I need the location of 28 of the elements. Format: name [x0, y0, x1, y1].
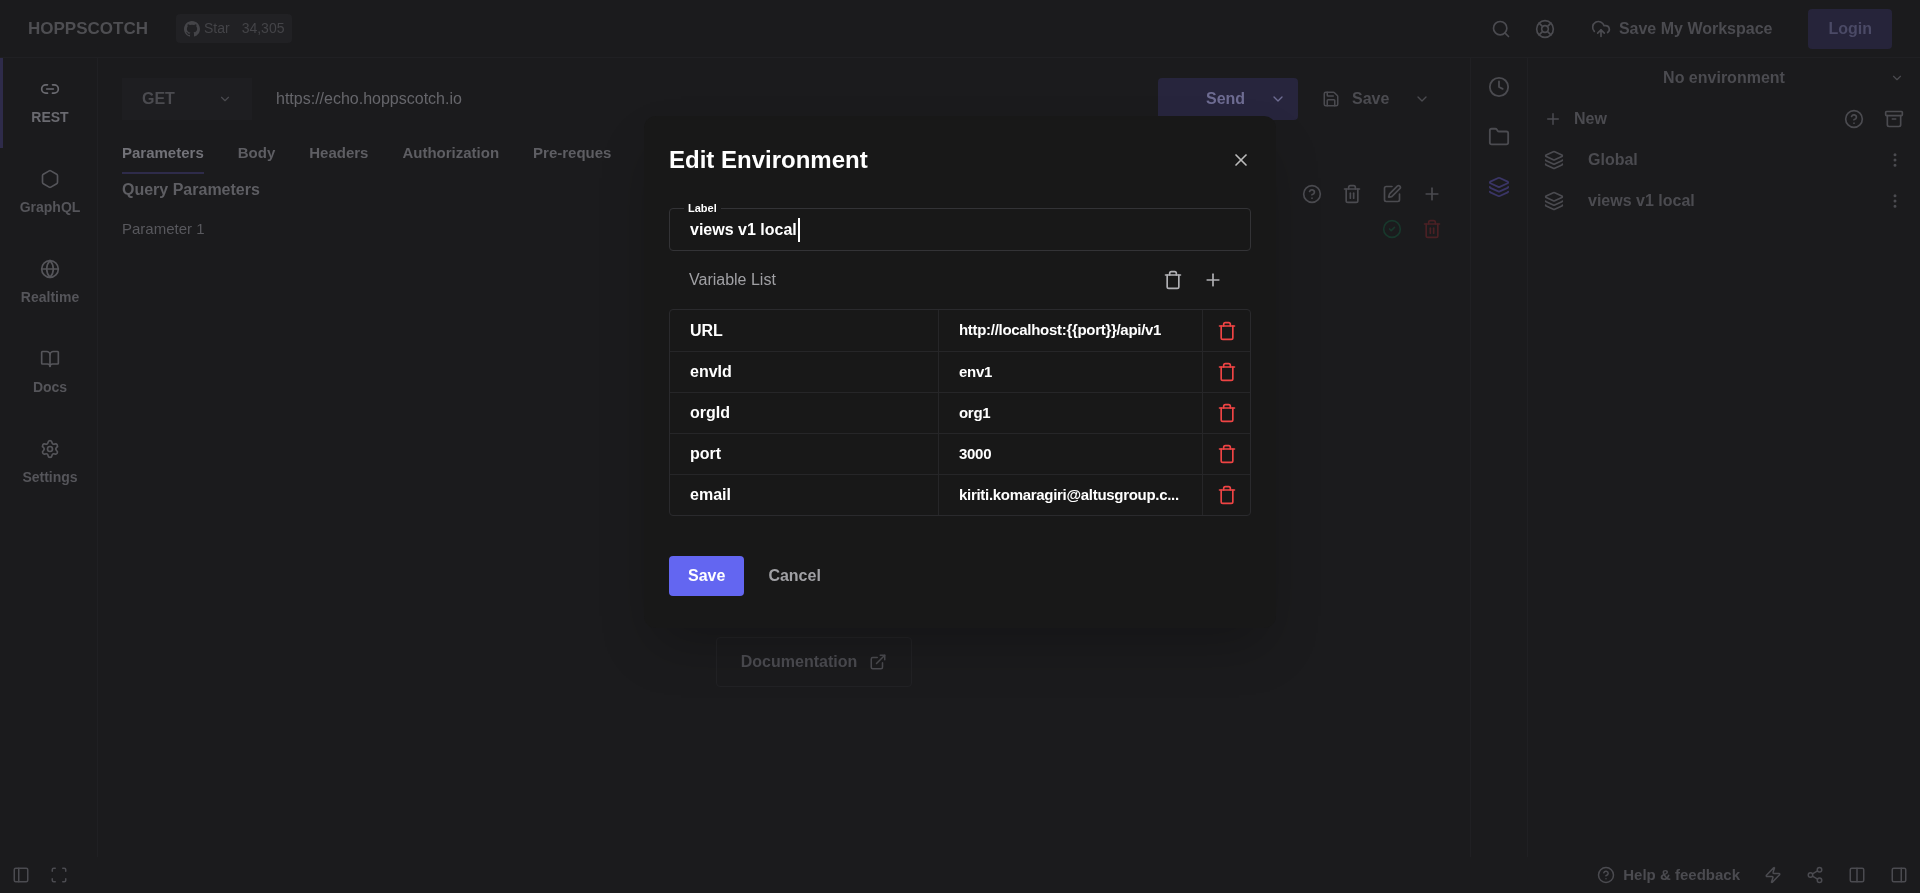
- variable-key-field[interactable]: email: [670, 475, 939, 515]
- request-address-field[interactable]: https://echo.hoppscotch.io: [260, 78, 1150, 120]
- request-tab[interactable]: Headers: [309, 134, 369, 174]
- save-button[interactable]: Save: [669, 556, 745, 596]
- variable-value-field[interactable]: org1: [939, 393, 1203, 433]
- variable-key-field[interactable]: envId: [670, 352, 939, 392]
- nav-item[interactable]: Docs: [0, 328, 97, 418]
- request-tab[interactable]: Pre-reques: [533, 134, 612, 174]
- nav-item[interactable]: GraphQL: [0, 148, 97, 238]
- request-tab[interactable]: Parameters: [122, 134, 204, 174]
- nav-item[interactable]: Realtime: [0, 238, 97, 328]
- request-tab[interactable]: Authorization: [402, 134, 500, 174]
- variable-value-field[interactable]: http://localhost:{{port}}/api/v1: [939, 310, 1203, 351]
- variable-list-title: Variable List: [689, 270, 776, 290]
- variable-key-field[interactable]: port: [670, 434, 939, 474]
- variable-value-field[interactable]: env1: [939, 352, 1203, 392]
- nav-item[interactable]: Settings: [0, 418, 97, 508]
- cancel-button[interactable]: Cancel: [768, 564, 821, 588]
- variable-key-field[interactable]: orgId: [670, 393, 939, 433]
- parameter-row-text: Parameter 1: [122, 219, 205, 239]
- query-parameters-title: Query Parameters: [122, 180, 260, 200]
- send-button[interactable]: Send: [1158, 78, 1298, 120]
- request-tab[interactable]: Body: [237, 134, 276, 174]
- variable-key-field[interactable]: URL: [670, 310, 939, 351]
- variable-value-field[interactable]: 3000: [939, 434, 1203, 474]
- variable-value-field[interactable]: kiriti.komaragiri@altusgroup.c...: [939, 475, 1203, 515]
- dialog-title: Edit Environment: [669, 145, 868, 175]
- nav-item[interactable]: REST: [0, 58, 97, 148]
